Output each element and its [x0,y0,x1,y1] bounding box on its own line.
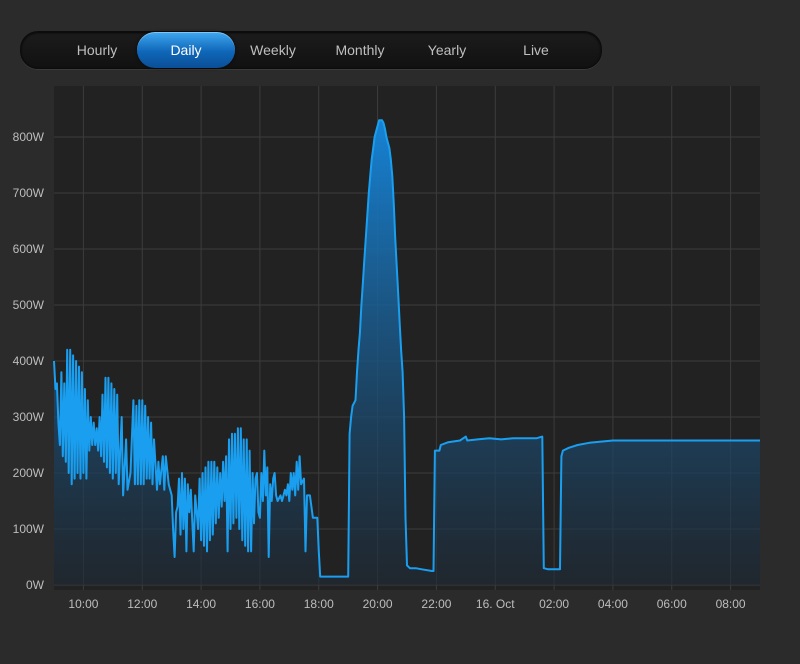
x-tick-label: 20:00 [363,597,393,611]
x-axis-labels: 10:00 12:00 14:00 16:00 18:00 20:00 22:00 16. O… [68,597,746,611]
y-tick-label: 200W [13,466,45,480]
power-chart: 0W 100W 200W 300W 400W 500W 600W 700W 800W 10:00… [13,86,760,611]
x-tick-label: 16. Oct [476,597,515,611]
y-tick-label: 500W [13,298,45,312]
x-tick-label: 16:00 [245,597,275,611]
y-tick-label: 700W [13,186,45,200]
x-tick-label: 06:00 [657,597,687,611]
x-tick-label: 04:00 [598,597,628,611]
y-axis-labels: 0W 100W 200W 300W 400W 500W 600W 700W 800W [13,130,45,592]
y-tick-label: 800W [13,130,45,144]
x-tick-label: 22:00 [421,597,451,611]
x-tick-label: 10:00 [68,597,98,611]
x-tick-label: 02:00 [539,597,569,611]
x-tick-label: 14:00 [186,597,216,611]
y-tick-label: 300W [13,410,45,424]
y-tick-label: 600W [13,242,45,256]
y-tick-label: 400W [13,354,45,368]
x-tick-label: 18:00 [304,597,334,611]
y-tick-label: 100W [13,522,45,536]
x-tick-label: 12:00 [127,597,157,611]
x-tick-label: 08:00 [716,597,746,611]
y-tick-label: 0W [26,578,45,592]
